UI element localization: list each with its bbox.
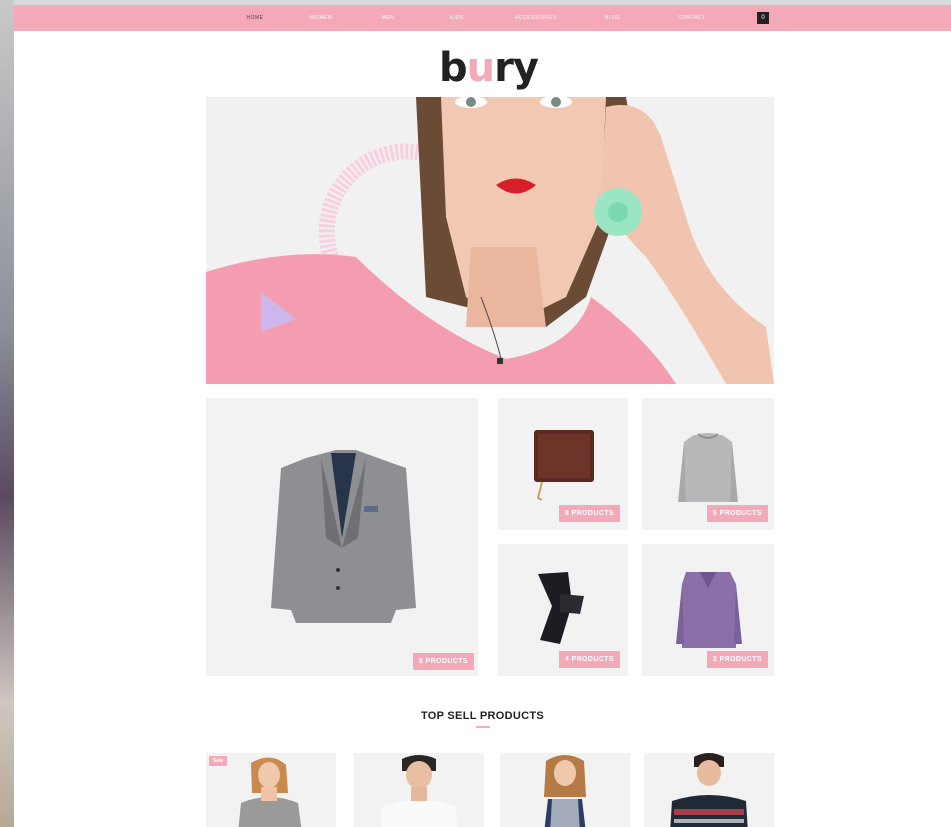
section-title-top-sell: TOP SELL PRODUCTS bbox=[420, 710, 545, 722]
nav-item-accessories[interactable]: Accessories bbox=[494, 13, 578, 23]
logo-letters-ry: ry bbox=[494, 45, 539, 91]
blazer-image bbox=[271, 450, 416, 623]
category-count-badge: 8 products bbox=[412, 653, 474, 670]
hero-banner[interactable] bbox=[206, 97, 774, 384]
product-card-3[interactable] bbox=[500, 753, 630, 827]
category-count-badge: 5 products bbox=[706, 505, 768, 522]
store-page: Home Women Men Kids Accessories Blog Con… bbox=[14, 5, 951, 827]
nav-item-men[interactable]: Men bbox=[356, 13, 420, 23]
category-tile-shirt[interactable]: 2 products bbox=[642, 544, 774, 676]
nav-item-blog[interactable]: Blog bbox=[578, 13, 648, 23]
nav-item-kids[interactable]: Kids bbox=[420, 13, 494, 23]
background-website-strip bbox=[0, 0, 14, 827]
nav-item-contact[interactable]: Contact bbox=[648, 13, 736, 23]
logo-letter-u: u bbox=[466, 45, 496, 91]
product-card-2[interactable] bbox=[354, 753, 484, 827]
section-title-underline bbox=[476, 726, 490, 728]
hero-model-image bbox=[206, 97, 774, 384]
product-card-1[interactable]: Sale bbox=[206, 753, 336, 827]
nav-item-women[interactable]: Women bbox=[286, 13, 356, 23]
product-image bbox=[544, 755, 586, 827]
top-navigation-bar: Home Women Men Kids Accessories Blog Con… bbox=[14, 5, 951, 31]
category-count-badge: 2 products bbox=[706, 651, 768, 668]
category-count-badge: 4 products bbox=[558, 651, 620, 668]
nav-item-home[interactable]: Home bbox=[224, 13, 286, 23]
product-card-4[interactable] bbox=[644, 753, 774, 827]
category-tile-sweater[interactable]: 5 products bbox=[642, 398, 774, 530]
product-image bbox=[380, 755, 458, 827]
cart-button[interactable]: 0 bbox=[757, 12, 769, 24]
cart-count: 0 bbox=[761, 15, 765, 21]
main-menu: Home Women Men Kids Accessories Blog Con… bbox=[224, 13, 736, 23]
category-tile-wallet[interactable]: 8 products bbox=[498, 398, 628, 530]
sale-badge: Sale bbox=[209, 756, 227, 766]
logo-letter-b: b bbox=[439, 45, 468, 91]
category-tile-blazer[interactable]: 8 products bbox=[206, 398, 478, 676]
product-image bbox=[670, 753, 748, 827]
category-tile-pants[interactable]: 4 products bbox=[498, 544, 628, 676]
store-logo[interactable]: bury bbox=[439, 47, 539, 89]
category-count-badge: 8 products bbox=[558, 505, 620, 522]
